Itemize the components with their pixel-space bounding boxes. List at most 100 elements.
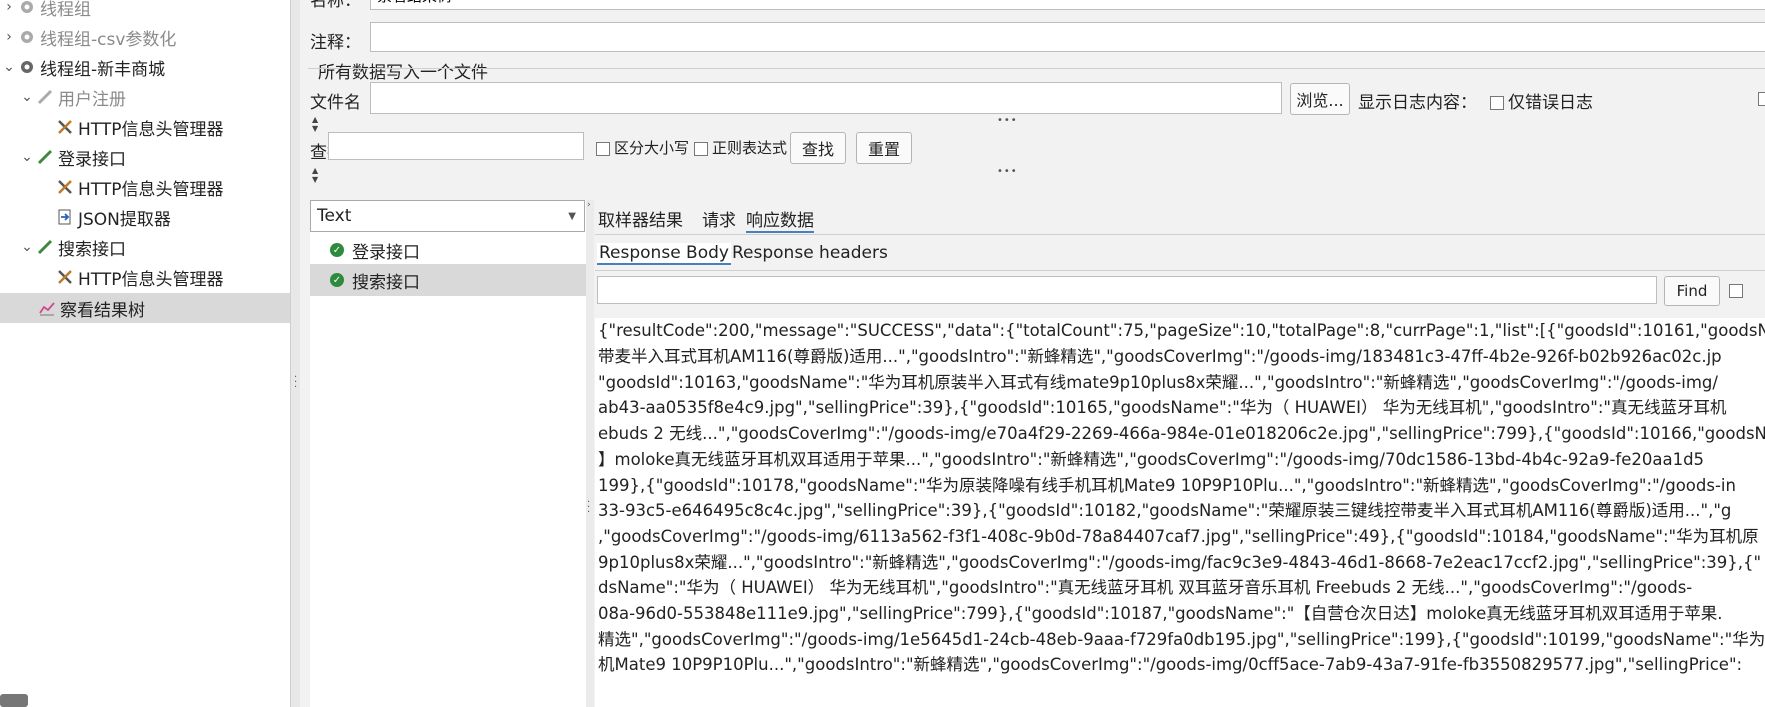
response-line: {"resultCode":200,"message":"SUCCESS","d… — [598, 321, 1765, 340]
filename-field[interactable] — [370, 82, 1282, 114]
response-case-checkbox[interactable] — [1729, 284, 1743, 298]
gear-icon — [16, 56, 38, 78]
response-line: 】moloke真无线蓝牙耳机双耳适用于苹果...","goodsIntro":"… — [598, 450, 1705, 469]
checkbox-box[interactable] — [596, 141, 610, 156]
tree-item-label: 线程组-新丰商城 — [40, 59, 166, 80]
sample-item-login[interactable]: ✓ 登录接口 — [310, 234, 587, 266]
tree-item-user-register[interactable]: ⌄ 用户注册 — [0, 82, 290, 112]
tree-item-thread-group-shop[interactable]: ⌄ 线程组-新丰商城 — [0, 52, 290, 82]
tab-response-body[interactable]: Response Body — [597, 243, 731, 265]
response-line: 机Mate9 10P9P10Plu...","goodsIntro":"新蜂精选… — [598, 655, 1743, 674]
tree-item-label: HTTP信息头管理器 — [78, 119, 224, 140]
regex-checkbox[interactable]: 正则表达式 — [694, 137, 787, 158]
tab-divider — [595, 234, 1765, 235]
search-input[interactable] — [328, 132, 584, 160]
tab-response-data[interactable]: 响应数据 — [746, 206, 814, 233]
tree-item-thread-group-csv[interactable]: › 线程组-csv参数化 — [0, 22, 290, 52]
tree-item-header-manager[interactable]: HTTP信息头管理器 — [0, 262, 290, 292]
tab-request[interactable]: 请求 — [702, 206, 736, 231]
group-title: 所有数据写入一个文件 — [316, 58, 490, 83]
sample-item-label: 登录接口 — [352, 242, 420, 263]
tree-item-label: 线程组-csv参数化 — [40, 29, 177, 50]
chevron-down-icon[interactable]: ⌄ — [2, 59, 16, 75]
browse-button[interactable]: 浏览... — [1290, 83, 1350, 115]
tree-item-label: HTTP信息头管理器 — [78, 179, 224, 200]
tab-sampler-result[interactable]: 取样器结果 — [598, 206, 683, 231]
check-shield-icon: ✓ — [330, 243, 344, 257]
comment-label: 注释： — [310, 33, 361, 53]
tree-item-label: HTTP信息头管理器 — [78, 269, 224, 290]
collapse-arrows-icon[interactable]: ▲ ▼ — [312, 166, 318, 184]
response-line: 9p10plus8x荣耀...","goodsIntro":"新蜂精选","go… — [598, 553, 1762, 572]
tab-response-headers[interactable]: Response headers — [732, 243, 888, 263]
tree-item-label: 用户注册 — [58, 89, 126, 110]
tree-item-header-manager[interactable]: HTTP信息头管理器 — [0, 172, 290, 202]
response-line: dsName":"华为（ HUAWEI） 华为无线耳机","goodsIntro… — [598, 578, 1693, 597]
response-line: 199},{"goodsId":10178,"goodsName":"华为原装降… — [598, 476, 1736, 495]
response-find-input[interactable] — [597, 276, 1657, 304]
response-find-button[interactable]: Find — [1664, 276, 1720, 306]
success-only-checkbox[interactable] — [1758, 92, 1765, 106]
test-plan-tree: › 线程组 › 线程组-csv参数化 ⌄ 线程组-新丰商城 ⌄ 用户注册 HTT… — [0, 0, 290, 707]
errors-only-checkbox[interactable]: 仅错误日志 — [1490, 88, 1593, 113]
tree-item-search[interactable]: ⌄ 搜索接口 — [0, 232, 290, 262]
pencil-icon — [34, 236, 56, 258]
checkbox-box[interactable] — [694, 141, 708, 156]
errors-only-label: 仅错误日志 — [1508, 93, 1593, 113]
collapse-arrows-icon[interactable]: ▲ ▼ — [312, 115, 318, 133]
response-line: 33-93c5-e646495c8c4c.jpg","sellingPrice"… — [598, 501, 1732, 520]
response-line: 带麦半入耳式耳机AM116(尊爵版)适用...","goodsIntro":"新… — [598, 347, 1722, 366]
tree-item-login[interactable]: ⌄ 登录接口 — [0, 142, 290, 172]
tree-item-json-extractor[interactable]: JSON提取器 — [0, 202, 290, 232]
gear-icon — [16, 26, 38, 48]
find-button[interactable]: 查找 — [790, 132, 846, 164]
tree-item-view-results-tree[interactable]: 察看结果树 — [0, 293, 290, 323]
tree-item-thread-group[interactable]: › 线程组 — [0, 0, 290, 22]
response-body-text[interactable]: {"resultCode":200,"message":"SUCCESS","d… — [595, 318, 1765, 707]
splitter-arrow-icon[interactable]: › — [587, 200, 591, 210]
status-indicator — [0, 694, 28, 707]
reset-button[interactable]: 重置 — [856, 132, 912, 164]
name-label: 名称： — [310, 0, 361, 11]
splitter-grip-icon[interactable]: ••• — [997, 115, 1018, 126]
chevron-right-icon[interactable]: › — [2, 0, 16, 15]
pencil-icon — [34, 146, 56, 168]
tools-icon — [54, 116, 76, 138]
comment-field[interactable] — [370, 22, 1765, 52]
regex-label: 正则表达式 — [712, 139, 788, 157]
tab-divider — [595, 270, 1765, 271]
tools-icon — [54, 176, 76, 198]
response-line: "goodsId":10163,"goodsName":"华为耳机原装半入耳式有… — [598, 373, 1718, 392]
splitter-grip-icon[interactable]: ••• — [997, 166, 1018, 177]
response-line: ebuds 2 无线...","goodsCoverImg":"/goods-i… — [598, 424, 1765, 443]
tree-item-header-manager[interactable]: HTTP信息头管理器 — [0, 112, 290, 142]
renderer-select[interactable]: Text ▼ — [310, 200, 585, 232]
pencil-icon — [34, 86, 56, 108]
response-line: 08a-96d0-553848e111e9.jpg","sellingPrice… — [598, 604, 1723, 623]
name-field[interactable] — [370, 0, 1765, 10]
check-shield-icon: ✓ — [330, 273, 344, 287]
dropdown-caret-icon[interactable]: ▼ — [568, 211, 576, 222]
chevron-down-icon[interactable]: ⌄ — [20, 239, 34, 255]
renderer-selected-value: Text — [317, 206, 352, 226]
sample-item-search[interactable]: ✓ 搜索接口 — [310, 264, 587, 296]
graph-icon — [36, 297, 58, 319]
gear-icon — [16, 0, 38, 18]
tree-item-label: 察看结果树 — [60, 300, 145, 321]
group-border — [308, 68, 1765, 69]
sample-result-list: Text ▼ ✓ 登录接口 ✓ 搜索接口 — [310, 200, 588, 707]
tree-item-label: JSON提取器 — [78, 209, 171, 230]
script-icon — [54, 206, 76, 228]
case-sensitive-checkbox[interactable]: 区分大小写 — [596, 137, 689, 158]
checkbox-box[interactable] — [1490, 96, 1504, 110]
response-line: ab43-aa0535f8e4c9.jpg","sellingPrice":39… — [598, 398, 1727, 417]
filename-label: 文件名 — [310, 93, 361, 113]
log-content-label: 显示日志内容： — [1358, 93, 1477, 113]
tree-item-label: 搜索接口 — [58, 239, 126, 260]
chevron-right-icon[interactable]: › — [2, 29, 16, 45]
chevron-down-icon[interactable]: ⌄ — [20, 149, 34, 165]
chevron-down-icon[interactable]: ⌄ — [20, 89, 34, 105]
tree-item-label: 线程组 — [40, 0, 91, 20]
vertical-splitter[interactable]: › · · · — [586, 200, 594, 707]
tools-icon — [54, 266, 76, 288]
